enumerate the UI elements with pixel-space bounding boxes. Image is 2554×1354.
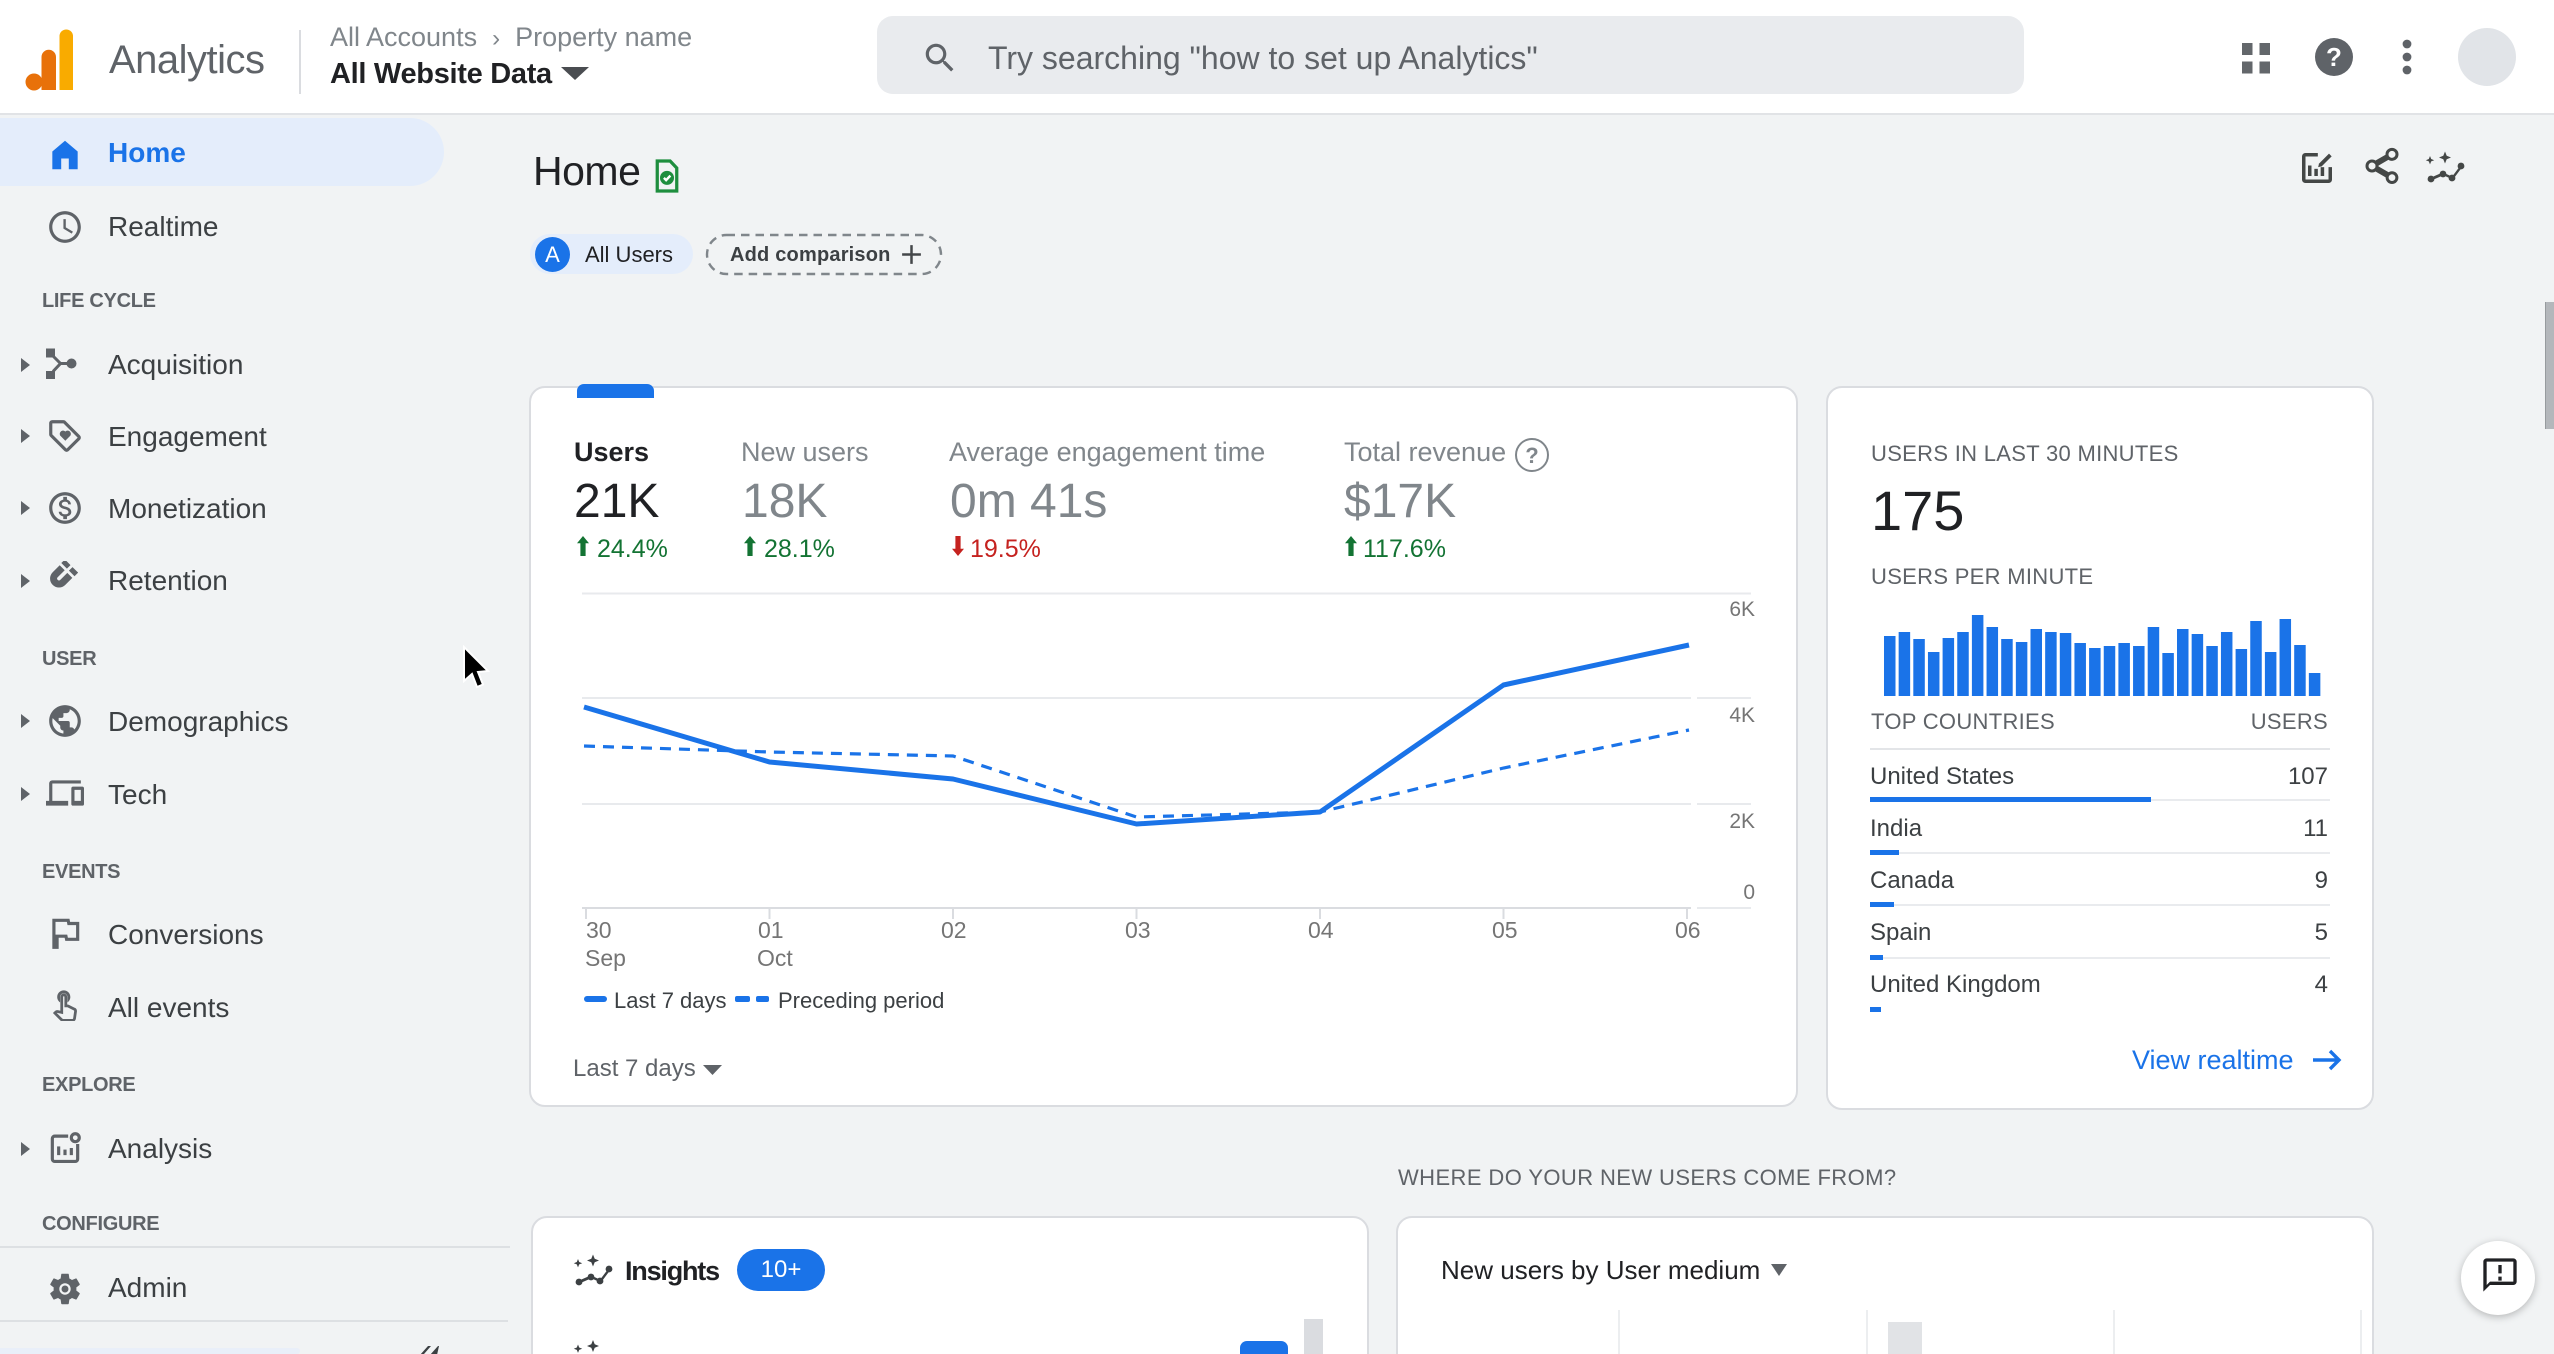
svg-text:6K: 6K (1729, 598, 1755, 621)
svg-text:4K: 4K (1729, 704, 1755, 727)
svg-text:Sep: Sep (585, 945, 626, 971)
svg-text:03: 03 (1125, 917, 1151, 943)
svg-text:04: 04 (1308, 917, 1334, 943)
svg-text:05: 05 (1492, 917, 1518, 943)
svg-text:2K: 2K (1729, 810, 1755, 833)
svg-text:06: 06 (1675, 917, 1701, 943)
svg-text:30: 30 (586, 917, 612, 943)
svg-text:Oct: Oct (757, 945, 793, 971)
svg-text:0: 0 (1743, 881, 1755, 904)
svg-text:02: 02 (941, 917, 967, 943)
svg-text:01: 01 (758, 917, 784, 943)
